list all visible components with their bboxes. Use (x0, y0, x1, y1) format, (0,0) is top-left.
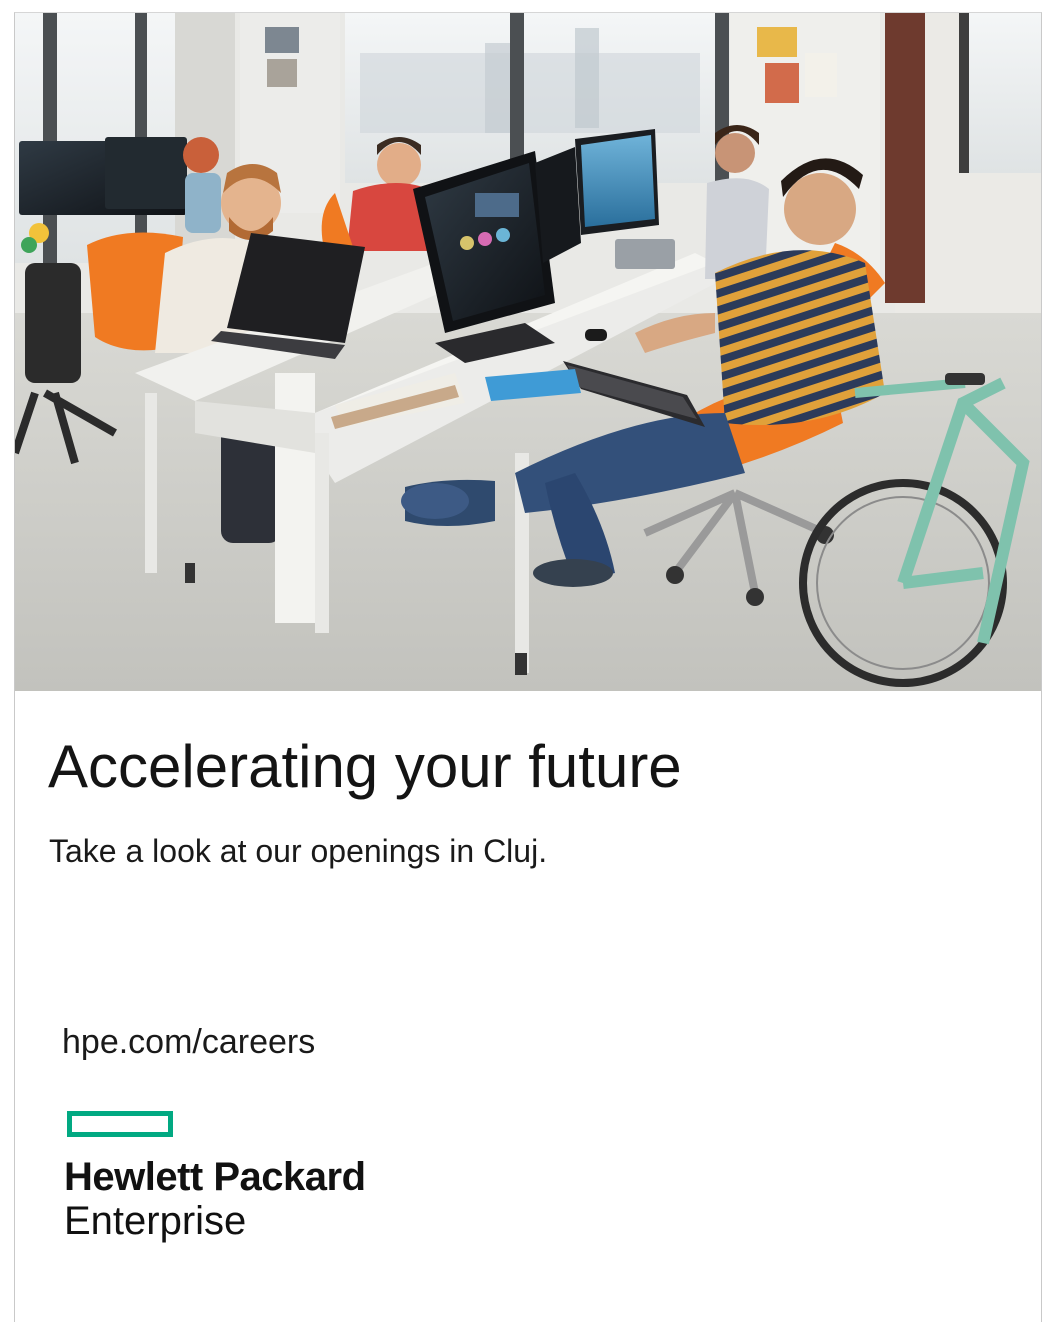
careers-link[interactable]: hpe.com/careers (62, 1021, 315, 1063)
hpe-logo-rectangle-icon (67, 1111, 173, 1137)
hpe-logo: Hewlett Packard Enterprise (64, 1109, 424, 1259)
office-photo (15, 13, 1041, 691)
subheadline: Take a look at our openings in Cluj. (49, 833, 548, 869)
logo-line-1: Hewlett Packard (64, 1155, 366, 1199)
job-ad: Accelerating your future Take a look at … (14, 12, 1042, 1322)
headline: Accelerating your future (48, 733, 682, 800)
logo-line-2: Enterprise (64, 1199, 247, 1243)
